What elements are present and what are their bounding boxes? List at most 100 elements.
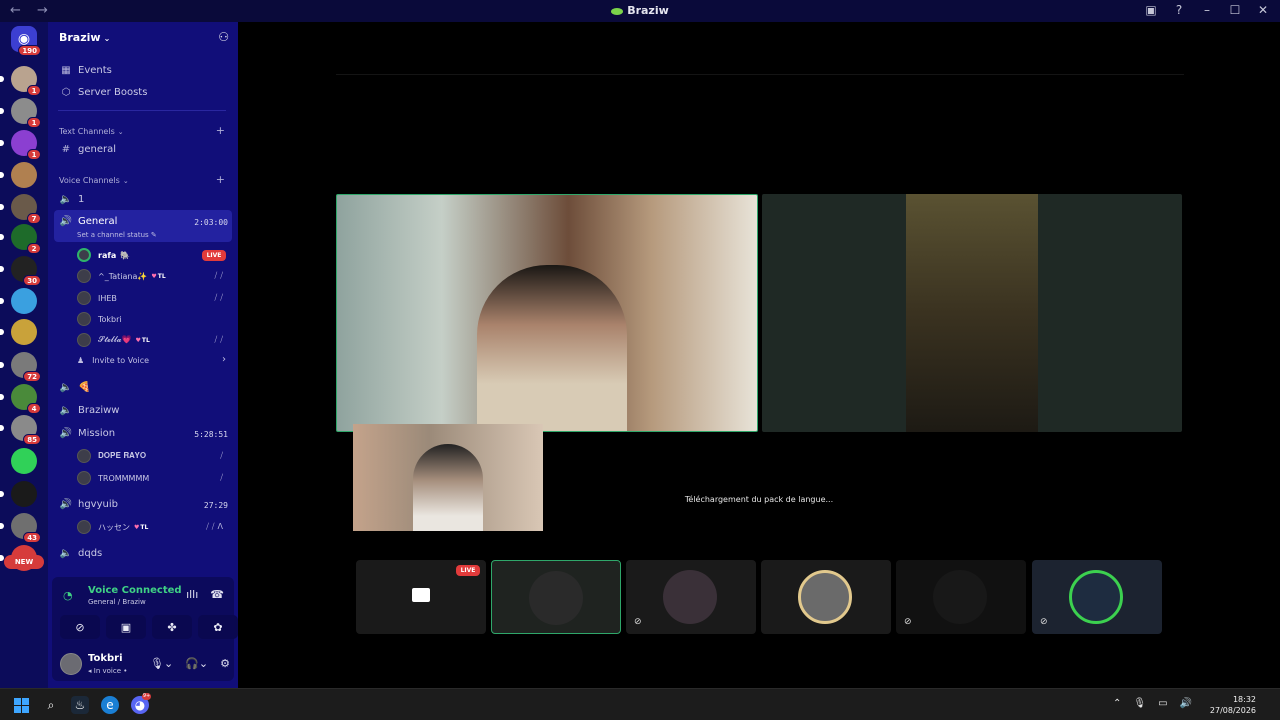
home-button[interactable]: ◉ 190 bbox=[11, 26, 41, 56]
activities-button[interactable]: ✤ bbox=[152, 615, 192, 639]
server-avatar bbox=[11, 319, 37, 345]
disconnect-icon[interactable]: ☎ bbox=[210, 588, 224, 601]
edge-icon[interactable]: e bbox=[101, 696, 119, 714]
live-badge: LIVE bbox=[202, 250, 226, 261]
calendar-icon: ▦ bbox=[61, 65, 71, 76]
noise-suppression-icon[interactable]: ıllı bbox=[186, 588, 198, 601]
mention-badge: 72 bbox=[23, 371, 41, 382]
screen-share-button[interactable]: ▣ bbox=[106, 615, 146, 639]
server-icon[interactable]: 30 bbox=[0, 256, 41, 286]
server-icon[interactable]: 85 bbox=[0, 415, 41, 445]
user-controls: 🎙⌄ 🎧⌄ ⚙ bbox=[150, 657, 230, 670]
participant-tile[interactable]: ⊘ bbox=[626, 560, 756, 634]
network-icon[interactable]: ▭ bbox=[1158, 698, 1167, 709]
voice-connected-subtitle[interactable]: General / Braziw bbox=[88, 598, 146, 606]
time: 18:32 bbox=[1232, 695, 1256, 704]
voice-channel-dqds[interactable]: 🔈 dqds bbox=[59, 548, 103, 559]
events-link[interactable]: ▦ Events bbox=[59, 65, 112, 76]
signal-icon[interactable]: ◔ bbox=[63, 589, 73, 602]
microphone-icon[interactable]: 🎙⌄ bbox=[150, 657, 173, 670]
video-tile-self[interactable] bbox=[353, 424, 543, 531]
search-icon[interactable]: ⌕ bbox=[42, 696, 60, 714]
server-icon[interactable]: 2 bbox=[0, 224, 41, 254]
chevron-up-icon[interactable]: ⌃ bbox=[1113, 698, 1121, 709]
avatar bbox=[77, 291, 91, 305]
add-member-icon[interactable]: ⚇ bbox=[218, 30, 229, 44]
inbox-icon[interactable]: ▣ bbox=[1144, 3, 1158, 17]
add-voice-channel-icon[interactable]: + bbox=[216, 173, 225, 186]
avatar bbox=[663, 570, 717, 624]
voice-user[interactable]: 𝐃𝐎𝐏𝐄 𝐑𝐀𝐘𝐎 bbox=[77, 449, 146, 463]
window-title-text: Braziw bbox=[627, 4, 669, 17]
server-icon[interactable]: 72 bbox=[0, 352, 41, 382]
voice-user[interactable]: Tokbri bbox=[77, 312, 122, 326]
server-icon[interactable]: 1 bbox=[0, 98, 41, 128]
add-text-channel-icon[interactable]: + bbox=[216, 124, 225, 137]
voice-user[interactable]: TROMMMMM bbox=[77, 471, 149, 485]
close-icon[interactable]: ✕ bbox=[1256, 3, 1270, 17]
add-user-icon: ♟ bbox=[77, 356, 85, 365]
server-icon[interactable]: 1 bbox=[0, 66, 41, 96]
avatar[interactable] bbox=[60, 653, 82, 675]
voice-channel-hgvyuib[interactable]: 🔊 hgvyuib bbox=[59, 499, 118, 510]
channel-panel: Braziw ⌄ ⚇ ▦ Events ⬡ Server Boosts Text Ch… bbox=[48, 22, 238, 688]
user-name: rafa bbox=[98, 250, 117, 260]
participant-tile[interactable]: ⊘ bbox=[1032, 560, 1162, 634]
invite-to-voice[interactable]: ♟ Invite to Voice bbox=[77, 356, 149, 365]
minimize-icon[interactable]: – bbox=[1200, 3, 1214, 17]
mention-badge: 1 bbox=[27, 117, 41, 128]
microphone-icon[interactable]: 🎙 bbox=[1133, 698, 1146, 709]
text-channels-category[interactable]: Text Channels ⌄ bbox=[59, 127, 124, 136]
channel-general-text[interactable]: # general bbox=[59, 144, 116, 155]
server-icon[interactable]: 4 bbox=[0, 384, 41, 414]
volume-icon[interactable]: 🔊 bbox=[1180, 698, 1192, 709]
headphones-icon[interactable]: 🎧⌄ bbox=[185, 657, 208, 670]
server-boosts-link[interactable]: ⬡ Server Boosts bbox=[59, 87, 148, 98]
server-icon[interactable] bbox=[0, 162, 37, 188]
voice-user[interactable]: 𝓢𝓽𝓮𝓵𝓵𝓪💗 ♥TL bbox=[77, 333, 150, 347]
participant-tile-stream[interactable]: LIVE bbox=[356, 560, 486, 634]
voice-user[interactable]: ハッセン ♥TL bbox=[77, 520, 148, 534]
help-icon[interactable]: ? bbox=[1172, 3, 1186, 17]
set-channel-status[interactable]: Set a channel status ✎ bbox=[77, 231, 157, 239]
voice-buttons: ⊘ ▣ ✤ ✿ bbox=[60, 615, 238, 639]
mute-deafen-icons: ⧸⧸ bbox=[214, 335, 226, 344]
video-person bbox=[413, 444, 483, 531]
participant-tile[interactable] bbox=[491, 560, 621, 634]
mention-badge: 1 bbox=[27, 85, 41, 96]
server-icon[interactable] bbox=[0, 481, 37, 507]
video-tile-secondary[interactable] bbox=[762, 194, 1182, 432]
tag-badge: ♥TL bbox=[151, 273, 165, 280]
voice-channel-pizza[interactable]: 🔈 🍕 bbox=[59, 382, 91, 393]
voice-channel-1[interactable]: 🔈 1 bbox=[59, 194, 85, 205]
language-download-message: Téléchargement du pack de langue... bbox=[684, 495, 834, 504]
server-icon[interactable] bbox=[0, 288, 37, 314]
maximize-icon[interactable]: ☐ bbox=[1228, 3, 1242, 17]
voice-user[interactable]: ^_Tatiana✨ ♥TL bbox=[77, 269, 166, 283]
server-name-dropdown[interactable]: Braziw ⌄ bbox=[59, 31, 110, 44]
voice-user[interactable]: rafa 🐘 bbox=[77, 248, 130, 262]
gear-icon[interactable]: ⚙ bbox=[220, 657, 230, 670]
soundboard-button[interactable]: ✿ bbox=[198, 615, 238, 639]
participant-tile[interactable]: ⊘ bbox=[896, 560, 1026, 634]
server-icon[interactable] bbox=[0, 319, 37, 345]
user-name: ハッセン bbox=[98, 522, 130, 532]
video-tile-main[interactable] bbox=[336, 194, 758, 432]
voice-user[interactable]: IHEB bbox=[77, 291, 117, 305]
server-icon[interactable]: 1 bbox=[0, 130, 41, 160]
server-icon[interactable] bbox=[11, 448, 37, 474]
voice-channel-mission[interactable]: 🔊 Mission bbox=[59, 428, 115, 439]
user-name: TROMMMMM bbox=[98, 473, 150, 483]
voice-channels-category[interactable]: Voice Channels ⌄ bbox=[59, 176, 129, 185]
server-icon[interactable]: 43 bbox=[0, 513, 41, 543]
speaker-icon: 🔈 bbox=[59, 548, 73, 559]
participant-tile[interactable] bbox=[761, 560, 891, 634]
voice-channel-braziww[interactable]: 🔈 Braziww bbox=[59, 405, 120, 416]
voice-channel-general[interactable]: 🔊 General bbox=[59, 216, 118, 227]
start-button[interactable] bbox=[12, 696, 30, 714]
server-icon[interactable]: 7 bbox=[0, 194, 41, 224]
camera-off-button[interactable]: ⊘ bbox=[60, 615, 100, 639]
clock[interactable]: 18:32 27/08/2026 bbox=[1210, 694, 1256, 716]
avatar bbox=[77, 449, 91, 463]
steam-icon[interactable]: ♨ bbox=[71, 696, 89, 714]
